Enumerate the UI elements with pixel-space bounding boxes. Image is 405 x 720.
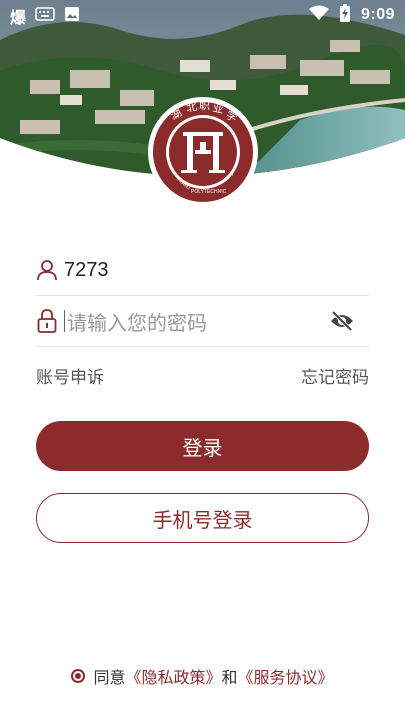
privacy-policy-link[interactable]: 《隐私政策》 — [125, 664, 221, 688]
lock-icon — [36, 309, 58, 333]
keyboard-icon — [35, 7, 55, 25]
agree-prefix: 同意 — [93, 670, 126, 687]
username-field[interactable]: 7273 — [36, 245, 369, 296]
text-cursor — [64, 310, 65, 332]
account-appeal-link[interactable]: 账号申诉 — [36, 363, 104, 388]
clock: 9:09 — [360, 6, 395, 23]
hide-password-icon[interactable] — [329, 309, 355, 333]
username-input[interactable]: 7273 — [64, 259, 109, 282]
phone-login-button[interactable]: 手机号登录 — [36, 493, 369, 543]
agree-and: 和 — [221, 670, 238, 687]
svg-text:POLYTECHNIC: POLYTECHNIC — [191, 189, 227, 195]
agreement-row: 同意 《隐私政策》 和 《服务协议》 — [0, 664, 405, 688]
svg-text:职: 职 — [199, 99, 210, 112]
university-logo: HUBEI POLYTECHNIC UNIV 湖 北 职 业 学 — [147, 96, 259, 208]
password-input[interactable]: 请输入您的密码 — [67, 307, 207, 336]
radio-checked-dot — [75, 673, 82, 679]
password-field[interactable]: 请输入您的密码 — [36, 296, 369, 347]
user-icon — [36, 258, 58, 282]
app-notification-icon: 爆 — [10, 10, 27, 27]
agree-radio[interactable] — [71, 669, 86, 683]
service-agreement-link[interactable]: 《服务协议》 — [238, 664, 334, 688]
status-bar: 爆 9:09 — [0, 0, 405, 28]
forgot-password-link[interactable]: 忘记密码 — [301, 363, 369, 388]
wifi-icon — [308, 5, 329, 25]
battery-icon — [339, 4, 351, 26]
login-button[interactable]: 登录 — [36, 421, 369, 471]
image-icon — [64, 6, 80, 26]
